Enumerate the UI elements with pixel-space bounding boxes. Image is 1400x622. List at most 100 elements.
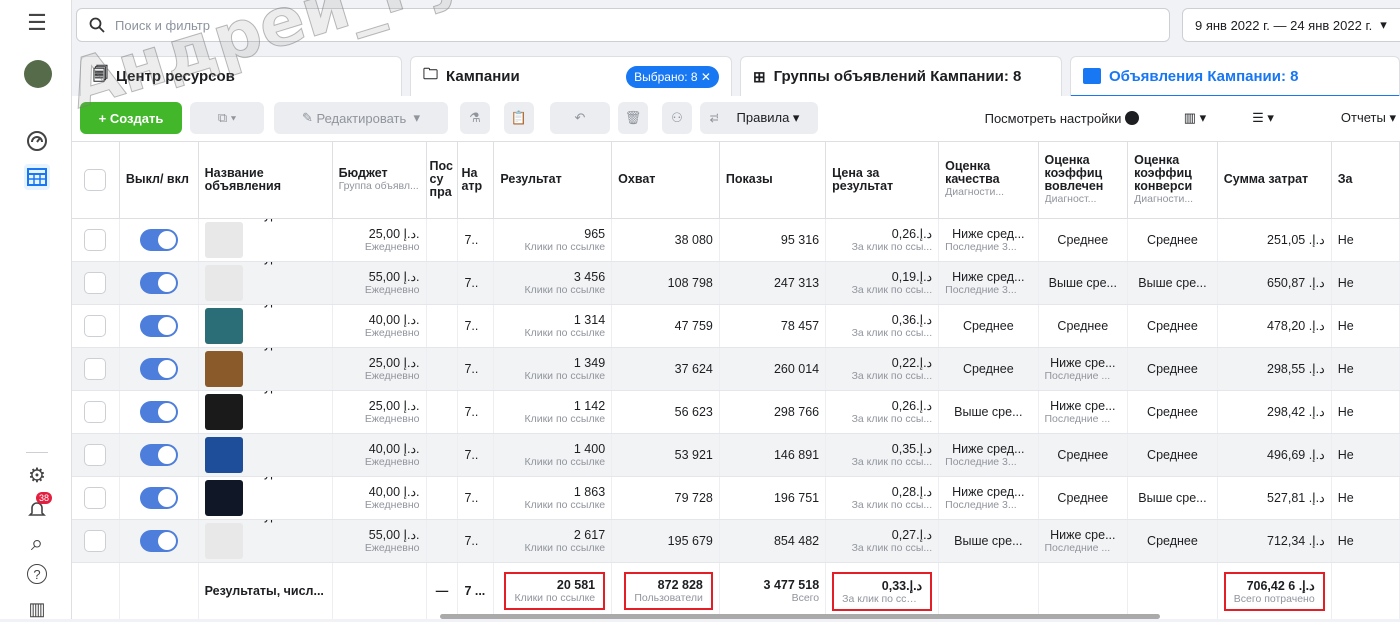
create-button[interactable]: + Создать: [80, 102, 182, 134]
ad-name-cell[interactable]: Crypto Co...: [198, 218, 333, 262]
search-icon[interactable]: ⌕: [24, 530, 50, 556]
date-range-picker[interactable]: 9 янв 2022 г. — 24 янв 2022 г. ▾: [1182, 8, 1400, 42]
ad-name-cell[interactable]: Crypto Co...: [198, 390, 333, 434]
on-off-toggle[interactable]: [139, 228, 178, 251]
row-toggle-cell[interactable]: [119, 347, 199, 391]
tab-ad-sets[interactable]: ⊞ Группы объявлений Кампании: 8: [740, 56, 1062, 96]
on-off-toggle[interactable]: [139, 314, 178, 337]
ad-name-cell[interactable]: Crypto Co...: [198, 347, 333, 391]
checkbox[interactable]: [84, 271, 107, 294]
ad-name[interactable]: Crypto Co...: [251, 519, 318, 523]
col-last-significant[interactable]: Пос су пра: [426, 142, 459, 219]
checkbox[interactable]: [84, 529, 107, 552]
duplicate-button[interactable]: ⧉ ▾: [190, 102, 264, 134]
checkbox[interactable]: [84, 443, 107, 466]
table-row[interactable]: Crypto Co... 40,00 د.إ.Ежедневно 7.. 1 314К…: [72, 304, 1400, 348]
selected-badge[interactable]: Выбрано: 8 ✕: [626, 66, 719, 88]
row-select[interactable]: [72, 519, 120, 563]
table-row[interactable]: Crypto Co... 25,00 د.إ.Ежедневно 7.. 965Кли…: [72, 218, 1400, 262]
ad-name-cell[interactable]: Crypto Co...: [198, 261, 333, 305]
ad-name[interactable]: Crypto Co...: [251, 261, 318, 265]
row-select[interactable]: [72, 390, 120, 434]
horizontal-scrollbar[interactable]: [440, 614, 1160, 619]
reports-button[interactable]: Отчеты ▾: [1296, 102, 1400, 134]
row-toggle-cell[interactable]: [119, 476, 199, 520]
table-row[interactable]: Новое об... 40,00 د.إ.Ежедневно 7.. 1 400Кл…: [72, 433, 1400, 477]
undo-icon[interactable]: ↶: [550, 102, 610, 134]
help-icon[interactable]: ?: [27, 564, 47, 584]
ad-name-cell[interactable]: Crypto Co...: [198, 304, 333, 348]
tab-campaigns[interactable]: 🗀 Кампании Выбрано: 8 ✕: [410, 56, 732, 96]
panel-icon[interactable]: ▥: [24, 596, 50, 622]
ad-name[interactable]: Crypto Co...: [251, 476, 318, 480]
select-all[interactable]: [72, 142, 120, 219]
ad-name-cell[interactable]: Новое об...: [198, 433, 333, 477]
row-select[interactable]: [72, 261, 120, 305]
checkbox[interactable]: [84, 357, 107, 380]
row-toggle-cell[interactable]: [119, 433, 199, 477]
row-select[interactable]: [72, 347, 120, 391]
col-spend[interactable]: Сумма затрат: [1217, 142, 1332, 219]
gauge-icon[interactable]: [24, 128, 50, 154]
col-conversion[interactable]: Оценка коэффиц конверси Диагности...: [1127, 142, 1218, 219]
row-select[interactable]: [72, 433, 120, 477]
row-toggle-cell[interactable]: [119, 304, 199, 348]
bell-icon[interactable]: 38: [24, 492, 53, 522]
clipboard-icon[interactable]: 📋: [504, 102, 534, 134]
ad-name[interactable]: Crypto Co...: [251, 390, 318, 394]
rules-button[interactable]: Правила ▾: [718, 102, 818, 134]
col-cost-per-result[interactable]: Цена за результат: [825, 142, 940, 219]
col-budget[interactable]: Бюджет Группа объявл...: [332, 142, 427, 219]
view-settings-toggle[interactable]: Посмотреть настройки: [972, 102, 1152, 134]
row-toggle-cell[interactable]: [119, 519, 199, 563]
avatar[interactable]: [24, 60, 52, 88]
menu-icon[interactable]: ☰: [24, 10, 50, 36]
table-row[interactable]: Crypto Co... 25,00 د.إ.Ежедневно 7.. 1 142К…: [72, 390, 1400, 434]
on-off-toggle[interactable]: [139, 271, 178, 294]
row-toggle-cell[interactable]: [119, 261, 199, 305]
tab-resource-center[interactable]: 🗐 Центр ресурсов: [80, 56, 402, 96]
col-quality[interactable]: Оценка качества Диагности...: [938, 142, 1039, 219]
table-row[interactable]: Crypto Co... 40,00 د.إ.Ежедневно 7.. 1 863К…: [72, 476, 1400, 520]
row-select[interactable]: [72, 304, 120, 348]
tab-ads[interactable]: Объявления Кампании: 8: [1070, 56, 1400, 98]
checkbox[interactable]: [84, 314, 107, 337]
ad-name[interactable]: Новое об...: [251, 433, 315, 437]
table-row[interactable]: Crypto Co... 25,00 د.إ.Ежедневно 7.. 1 349К…: [72, 347, 1400, 391]
columns-icon[interactable]: ▥ ▾: [1170, 102, 1220, 134]
ad-name[interactable]: Crypto Co...: [251, 347, 318, 351]
on-off-toggle[interactable]: [139, 400, 178, 423]
table-row[interactable]: Crypto Co... 55,00 د.إ.Ежедневно 7.. 3 456К…: [72, 261, 1400, 305]
on-off-toggle[interactable]: [139, 443, 178, 466]
col-name[interactable]: Название объявления: [198, 142, 333, 219]
col-attribution[interactable]: На атр: [457, 142, 495, 219]
row-select[interactable]: [72, 476, 120, 520]
search-input[interactable]: Поиск и фильтр: [76, 8, 1170, 42]
row-toggle-cell[interactable]: [119, 218, 199, 262]
col-reach[interactable]: Охват: [611, 142, 720, 219]
edit-button[interactable]: ✎ Редактировать ▾: [274, 102, 448, 134]
checkbox[interactable]: [84, 400, 107, 423]
row-select[interactable]: [72, 218, 120, 262]
table-icon[interactable]: [24, 164, 50, 190]
ad-name[interactable]: Crypto Co...: [251, 304, 318, 308]
col-impressions[interactable]: Показы: [719, 142, 827, 219]
test-icon[interactable]: ⚗: [460, 102, 490, 134]
breakdown-icon[interactable]: ☰ ▾: [1238, 102, 1288, 134]
col-more[interactable]: За: [1331, 142, 1400, 219]
col-toggle[interactable]: Выкл/ вкл: [119, 142, 199, 219]
ad-name-cell[interactable]: Crypto Co...: [198, 476, 333, 520]
audience-icon[interactable]: ⚇: [662, 102, 692, 134]
on-off-toggle[interactable]: [139, 357, 178, 380]
checkbox[interactable]: [84, 228, 107, 251]
settings-icon[interactable]: ⚙: [24, 462, 50, 488]
row-toggle-cell[interactable]: [119, 390, 199, 434]
on-off-toggle[interactable]: [139, 486, 178, 509]
col-engagement[interactable]: Оценка коэффиц вовлечен Диагност...: [1038, 142, 1129, 219]
checkbox[interactable]: [84, 486, 107, 509]
table-row[interactable]: Crypto Co... 55,00 د.إ.Ежедневно 7.. 2 617К…: [72, 519, 1400, 563]
on-off-toggle[interactable]: [139, 529, 178, 552]
col-result[interactable]: Результат: [493, 142, 613, 219]
checkbox[interactable]: [84, 168, 107, 191]
ad-name-cell[interactable]: Crypto Co...: [198, 519, 333, 563]
